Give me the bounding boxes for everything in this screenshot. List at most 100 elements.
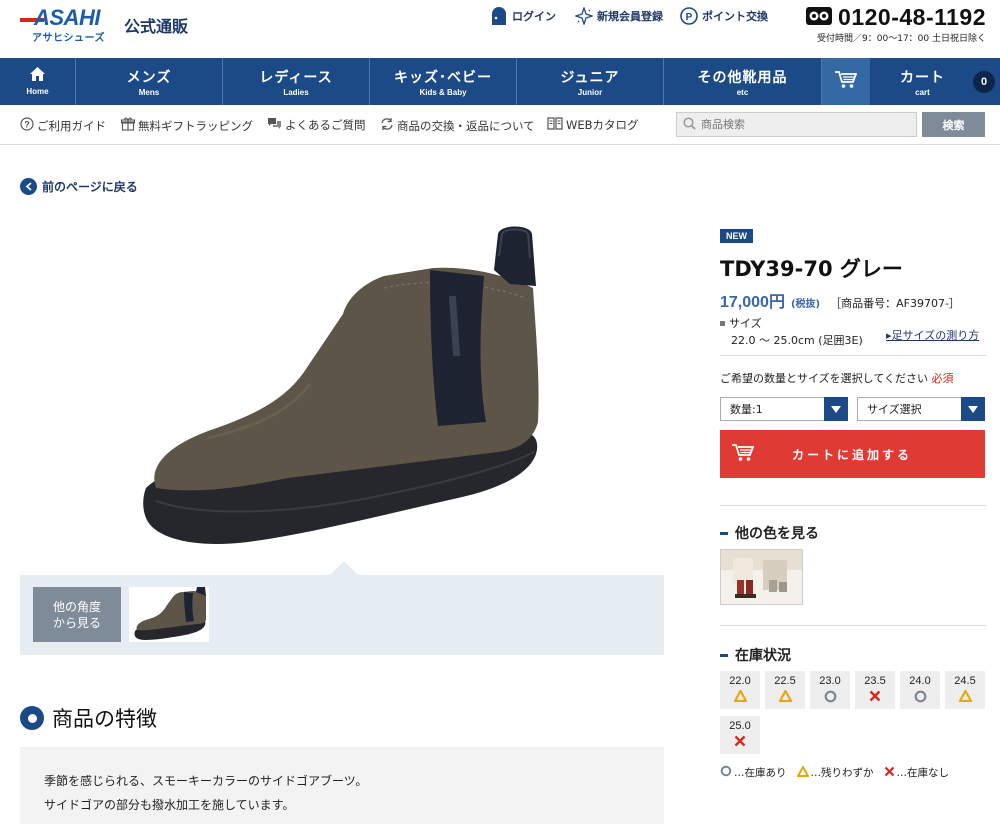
- features-heading-text: 商品の特徴: [52, 707, 157, 731]
- nav-kids-baby[interactable]: キッズ･ベビー Kids & Baby: [370, 58, 517, 105]
- stock-size: 24.0: [909, 675, 931, 687]
- logo-main-text: ASAHI: [34, 5, 100, 30]
- legend-out-of-stock: …在庫なし: [884, 765, 950, 780]
- gift-icon: [120, 117, 136, 134]
- size-guide-link[interactable]: ▸足サイズの測り方: [886, 327, 979, 343]
- subnav-catalog[interactable]: WEBカタログ: [547, 117, 639, 133]
- subnav-exchange[interactable]: 商品の交換・返品について: [380, 117, 535, 134]
- register-link[interactable]: 新規会員登録: [575, 7, 663, 25]
- heading-bullet-icon: [20, 706, 44, 730]
- stock-few-icon: [957, 688, 973, 705]
- quantity-select[interactable]: 数量:1: [720, 397, 848, 421]
- product-price: 17,000円: [720, 294, 785, 311]
- gallery-pointer: [330, 561, 358, 575]
- search-input[interactable]: [701, 118, 901, 131]
- nav-cart-label-jp: カート: [900, 69, 945, 86]
- heading-dash-icon: [720, 531, 728, 535]
- other-angles-label: 他の角度 から見る: [52, 599, 101, 630]
- exchange-icon: [380, 117, 394, 134]
- stock-cell: 24.0: [900, 671, 940, 709]
- cart-count-badge: 0: [973, 70, 995, 93]
- heading-dash-icon: [720, 653, 728, 657]
- cart-icon: [835, 71, 858, 92]
- point-p-icon: P: [680, 7, 698, 25]
- stock-size: 22.5: [774, 675, 796, 687]
- asahi-logo[interactable]: ASAHI アサヒシューズ: [20, 5, 116, 45]
- stock-none-icon: [734, 735, 746, 750]
- nav-label-jp: その他靴用品: [697, 69, 788, 86]
- stock-in-icon: [720, 765, 732, 780]
- catalog-book-icon: [547, 117, 563, 133]
- login-link[interactable]: ログイン: [490, 7, 556, 25]
- dropdown-arrow-icon: [824, 397, 848, 421]
- legend-label: …在庫なし: [896, 767, 950, 779]
- nav-cart[interactable]: カート cart 0: [870, 58, 1000, 105]
- nav-junior[interactable]: ジュニア Junior: [517, 58, 664, 105]
- site-title: 公式通販: [124, 17, 189, 36]
- feature-line: 季節を感じられる、スモーキーカラーのサイドゴアブーツ。: [44, 774, 368, 788]
- other-colors-heading: 他の色を見る: [720, 523, 819, 543]
- thumbnail-boot[interactable]: [129, 587, 209, 642]
- product-code: ［商品番号：AF39707-］: [830, 297, 960, 310]
- size-select[interactable]: サイズ選択: [857, 397, 985, 421]
- tax-note: (税抜): [790, 299, 821, 310]
- stock-size: 23.0: [819, 675, 841, 687]
- subnav-label: WEBカタログ: [566, 118, 639, 132]
- legend-few-left: …残りわずか: [795, 764, 874, 780]
- legend-label: …在庫あり: [734, 767, 787, 779]
- size-guide-label: 足サイズの測り方: [891, 329, 980, 342]
- features-box: 季節を感じられる、スモーキーカラーのサイドゴアブーツ。 サイドゴアの部分も撥水加…: [20, 747, 664, 824]
- subnav-guide[interactable]: ? ご利用ガイド: [20, 117, 106, 134]
- divider: [720, 625, 986, 626]
- color-variant-thumbnail[interactable]: [720, 549, 803, 605]
- stock-size: 23.5: [864, 675, 886, 687]
- login-label: ログイン: [512, 10, 556, 23]
- stock-cell: 22.0: [720, 671, 760, 709]
- login-door-icon: [490, 7, 508, 25]
- subnav-label: ご利用ガイド: [37, 118, 106, 133]
- product-main-image: [138, 226, 548, 556]
- other-colors-heading-text: 他の色を見る: [735, 526, 819, 542]
- features-heading: 商品の特徴: [20, 703, 157, 733]
- register-label: 新規会員登録: [597, 10, 663, 23]
- add-to-cart-button[interactable]: カートに追加する: [720, 430, 985, 478]
- product-name: TDY39-70 グレー: [720, 257, 903, 281]
- stock-in-icon: [824, 690, 837, 706]
- stock-few-icon: [795, 764, 810, 780]
- subnav-faq[interactable]: よくあるご質問: [267, 117, 366, 133]
- phone-block: 0120-48-1192 受付時間／9：00～17：00 土日祝日除く: [806, 4, 986, 44]
- nav-label-jp: レディース: [259, 69, 333, 86]
- select-prompt-text: ご希望の数量とサイズを選択してください: [720, 372, 929, 385]
- phone-number[interactable]: 0120-48-1192: [838, 4, 986, 31]
- nav-mens[interactable]: メンズ Mens: [76, 58, 223, 105]
- subnav-gift[interactable]: 無料ギフトラッピング: [120, 117, 253, 134]
- nav-home[interactable]: Home: [0, 58, 76, 105]
- stock-none-icon: [869, 690, 881, 705]
- nav-ladies[interactable]: レディース Ladies: [223, 58, 370, 105]
- divider: [720, 355, 986, 356]
- back-link[interactable]: 前のページに戻る: [20, 178, 138, 195]
- stock-few-icon: [732, 688, 748, 705]
- legend-in-stock: …在庫あり: [720, 765, 787, 780]
- subnav-label: 商品の交換・返品について: [397, 118, 535, 133]
- quantity-select-value: 数量:1: [730, 403, 763, 416]
- divider: [720, 505, 986, 506]
- stock-in-icon: [914, 690, 927, 706]
- required-mark: 必須: [931, 372, 954, 385]
- phone-hours: 受付時間／9：00～17：00 土日祝日除く: [817, 34, 986, 44]
- sparkle-register-icon: [575, 7, 593, 25]
- main-nav: Home メンズ Mens レディース Ladies キッズ･ベビー Kids …: [0, 58, 1000, 105]
- search-field[interactable]: [676, 112, 917, 137]
- back-link-label: 前のページに戻る: [42, 180, 138, 194]
- select-prompt: ご希望の数量とサイズを選択してください 必須: [720, 370, 954, 386]
- help-icon: ?: [20, 117, 34, 134]
- freedial-icon: [806, 4, 833, 31]
- nav-cart-icon-cell[interactable]: [822, 58, 870, 105]
- stock-legend: …在庫あり …残りわずか …在庫なし: [720, 764, 950, 780]
- other-angles-button[interactable]: 他の角度 から見る: [33, 587, 121, 642]
- point-exchange-link[interactable]: P ポイント交換: [680, 7, 768, 25]
- stock-size: 24.5: [954, 675, 976, 687]
- nav-other-goods[interactable]: その他靴用品 etc: [664, 58, 822, 105]
- search-button[interactable]: 検索: [922, 112, 985, 137]
- stock-cell: 22.5: [765, 671, 805, 709]
